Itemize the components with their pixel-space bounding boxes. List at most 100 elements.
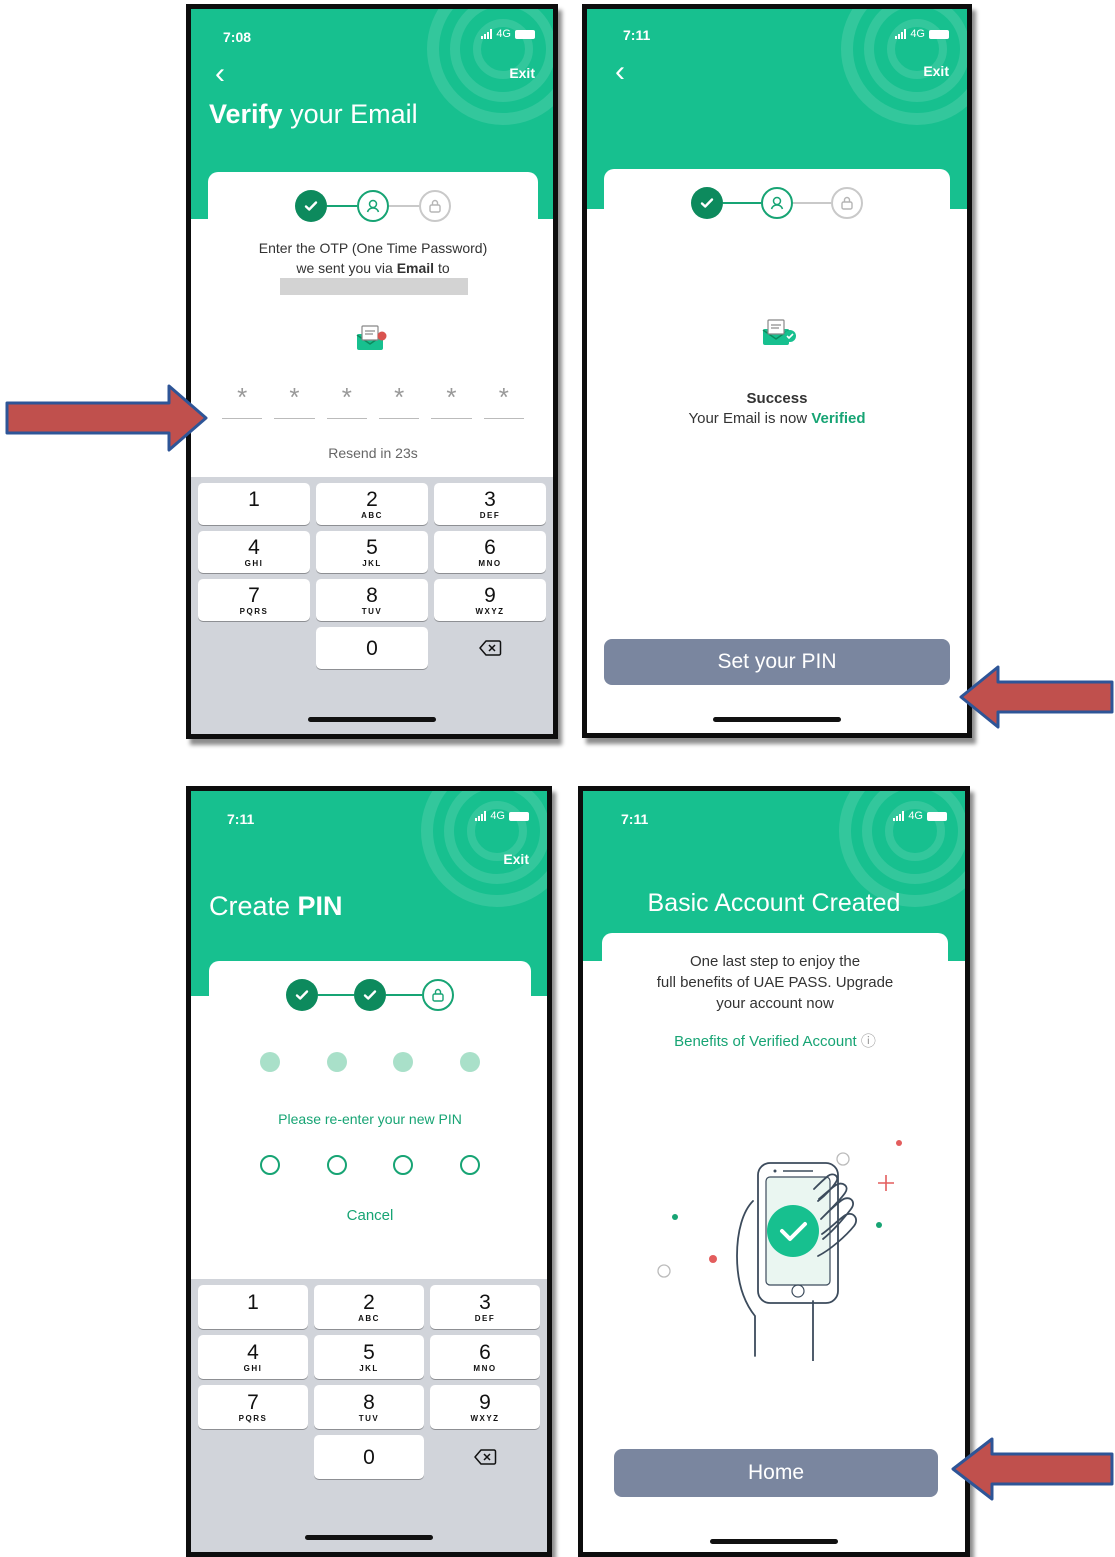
status-time: 7:08 bbox=[223, 29, 252, 45]
status-bar-indicators: 4G bbox=[895, 28, 949, 40]
network-label: 4G bbox=[496, 28, 511, 40]
key-1[interactable]: 1 bbox=[198, 1285, 308, 1329]
signal-icon bbox=[475, 811, 487, 821]
backspace-icon bbox=[479, 640, 502, 656]
status-bar-indicators: 4G bbox=[481, 28, 535, 40]
cancel-button[interactable]: Cancel bbox=[209, 1207, 531, 1224]
signal-icon bbox=[895, 29, 907, 39]
benefits-link[interactable]: Benefits of Verified Account ⓘ bbox=[602, 1030, 948, 1051]
create-pin-screen: 7:11 4G Exit Create PIN Please re-enter … bbox=[186, 786, 552, 1557]
page-title: Create PIN bbox=[209, 891, 343, 921]
progress-stepper bbox=[208, 190, 538, 222]
otp-digit[interactable]: * bbox=[326, 382, 367, 419]
key-7[interactable]: 7 PQRS bbox=[198, 1385, 308, 1429]
backspace-key[interactable] bbox=[430, 1435, 540, 1479]
key-2[interactable]: 2 ABC bbox=[314, 1285, 424, 1329]
key-5[interactable]: 5 JKL bbox=[314, 1335, 424, 1379]
email-verified-icon bbox=[762, 319, 796, 345]
info-icon[interactable]: ⓘ bbox=[861, 1033, 876, 1050]
key-6[interactable]: 6 MNO bbox=[434, 531, 546, 573]
key-4[interactable]: 4 GHI bbox=[198, 1335, 308, 1379]
home-indicator bbox=[305, 1535, 433, 1540]
exit-button[interactable]: Exit bbox=[923, 63, 949, 79]
pin-entered-dots bbox=[260, 1052, 480, 1072]
key-7[interactable]: 7 PQRS bbox=[198, 579, 310, 621]
otp-digit[interactable]: * bbox=[274, 382, 315, 419]
step-complete-check-icon bbox=[295, 190, 327, 222]
otp-input-row[interactable]: * * * * * * bbox=[222, 382, 524, 419]
step-profile-icon bbox=[357, 190, 389, 222]
home-indicator bbox=[308, 717, 436, 722]
pin-dot-filled bbox=[326, 1052, 347, 1072]
backspace-key[interactable] bbox=[434, 627, 546, 669]
annotation-arrow-right-icon bbox=[5, 384, 208, 452]
email-otp-icon bbox=[356, 325, 387, 350]
step-lock-icon bbox=[419, 190, 451, 222]
exit-button[interactable]: Exit bbox=[509, 65, 535, 81]
key-8[interactable]: 8 TUV bbox=[314, 1385, 424, 1429]
step-complete-check-icon bbox=[286, 979, 318, 1011]
key-0[interactable]: 0 bbox=[316, 627, 428, 669]
battery-icon bbox=[927, 811, 947, 821]
pin-dot-empty bbox=[393, 1155, 414, 1175]
battery-icon bbox=[929, 29, 949, 39]
stepper-line bbox=[386, 994, 422, 996]
network-label: 4G bbox=[490, 810, 505, 822]
resend-countdown: Resend in 23s bbox=[328, 445, 418, 461]
battery-icon bbox=[509, 811, 529, 821]
stepper-line bbox=[793, 202, 831, 204]
key-blank bbox=[198, 1435, 308, 1479]
otp-digit[interactable]: * bbox=[483, 382, 524, 419]
status-time: 7:11 bbox=[621, 811, 649, 827]
signal-icon bbox=[893, 811, 905, 821]
progress-stepper bbox=[209, 979, 531, 1011]
pin-confirm-dots[interactable] bbox=[260, 1155, 480, 1175]
stepper-line bbox=[318, 994, 354, 996]
back-chevron-icon[interactable]: ‹ bbox=[615, 57, 625, 87]
exit-button[interactable]: Exit bbox=[503, 851, 529, 867]
status-time: 7:11 bbox=[227, 811, 255, 827]
key-9[interactable]: 9 WXYZ bbox=[430, 1385, 540, 1429]
annotation-arrow-left-icon bbox=[951, 1437, 1114, 1501]
key-3[interactable]: 3 DEF bbox=[434, 483, 546, 525]
upgrade-message: One last step to enjoy the full benefits… bbox=[656, 953, 894, 1012]
stepper-line bbox=[327, 205, 357, 207]
key-1[interactable]: 1 bbox=[198, 483, 310, 525]
key-6[interactable]: 6 MNO bbox=[430, 1335, 540, 1379]
key-blank bbox=[198, 627, 310, 669]
otp-instructions: Enter the OTP (One Time Password) we sen… bbox=[258, 240, 488, 276]
pin-card: Please re-enter your new PIN Cancel bbox=[209, 961, 531, 1291]
battery-icon bbox=[515, 29, 535, 39]
key-2[interactable]: 2 ABC bbox=[316, 483, 428, 525]
key-0[interactable]: 0 bbox=[314, 1435, 424, 1479]
otp-digit[interactable]: * bbox=[222, 382, 263, 419]
set-pin-button[interactable]: Set your PIN bbox=[604, 639, 950, 685]
reenter-pin-prompt: Please re-enter your new PIN bbox=[278, 1111, 462, 1127]
pin-dot-filled bbox=[459, 1052, 480, 1072]
key-8[interactable]: 8 TUV bbox=[316, 579, 428, 621]
status-time: 7:11 bbox=[623, 27, 651, 43]
success-message: Success Your Email is now Verified bbox=[688, 390, 866, 427]
backspace-icon bbox=[474, 1449, 497, 1465]
back-chevron-icon[interactable]: ‹ bbox=[215, 59, 225, 89]
home-button[interactable]: Home bbox=[614, 1449, 938, 1497]
step-complete-check-icon bbox=[354, 979, 386, 1011]
numeric-keypad: 1 2 ABC 3 DEF 4 GHI 5 JKL 6 MNO 7 PQRS 8 TUV 9 WXYZ 0 bbox=[191, 1279, 547, 1552]
network-label: 4G bbox=[908, 810, 923, 822]
pin-dot-filled bbox=[260, 1052, 280, 1072]
pin-dot-empty bbox=[260, 1155, 280, 1175]
page-title: Verify your Email bbox=[209, 99, 418, 129]
phone-in-hand-illustration bbox=[657, 1140, 902, 1361]
redacted-email bbox=[280, 278, 468, 295]
otp-digit[interactable]: * bbox=[378, 382, 420, 419]
status-bar-indicators: 4G bbox=[893, 810, 947, 822]
key-9[interactable]: 9 WXYZ bbox=[434, 579, 546, 621]
numeric-keypad: 1 2 ABC 3 DEF 4 GHI 5 JKL 6 MNO 7 PQRS 8 TUV 9 WXYZ 0 bbox=[191, 477, 553, 734]
key-3[interactable]: 3 DEF bbox=[430, 1285, 540, 1329]
key-4[interactable]: 4 GHI bbox=[198, 531, 310, 573]
pin-dot-filled bbox=[393, 1052, 414, 1072]
pin-dot-empty bbox=[459, 1155, 480, 1175]
status-bar-indicators: 4G bbox=[475, 810, 529, 822]
key-5[interactable]: 5 JKL bbox=[316, 531, 428, 573]
otp-digit[interactable]: * bbox=[431, 382, 472, 419]
